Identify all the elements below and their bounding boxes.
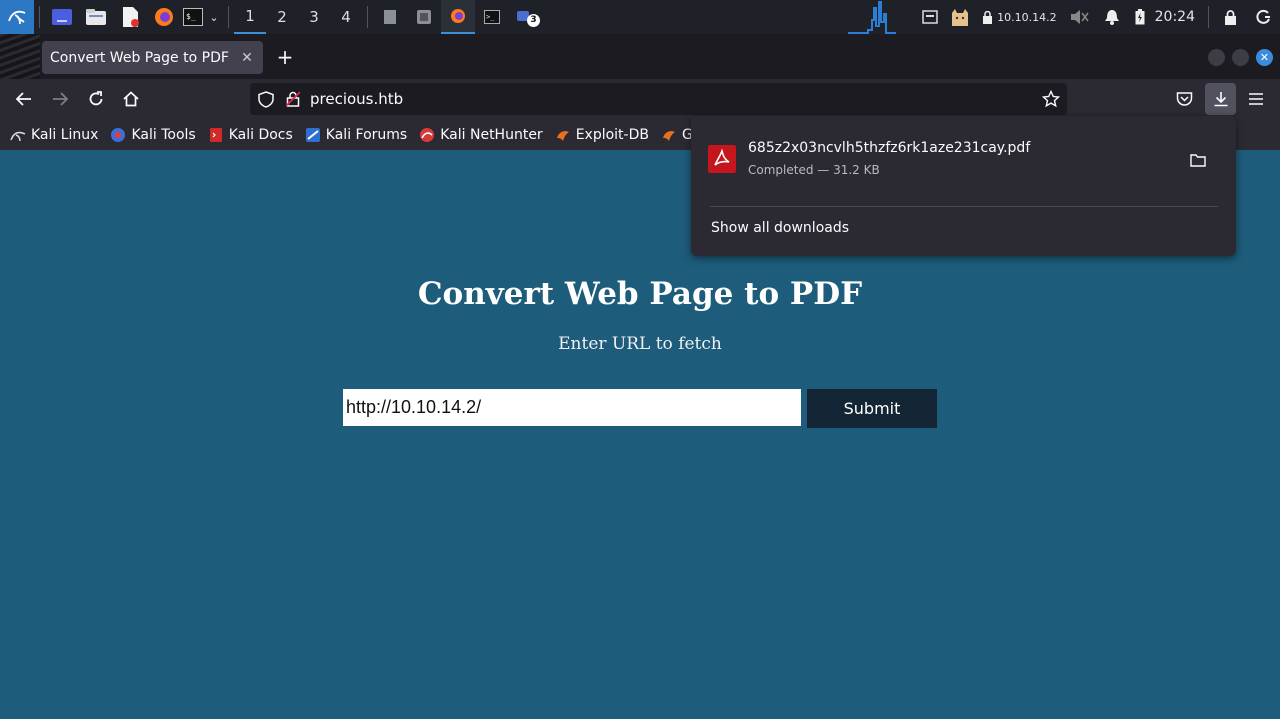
home-button[interactable] [117,85,145,113]
window-group-button[interactable]: 3 [509,0,543,34]
lock-screen-icon[interactable] [1214,0,1246,34]
lock-icon [983,10,993,24]
text-editor-icon[interactable] [113,0,147,34]
new-tab-button[interactable]: + [274,46,296,68]
vpn-ip-address: 10.10.14.2 [997,10,1057,24]
tab-title: Convert Web Page to PDF [50,49,229,66]
file-manager-icon[interactable] [79,0,113,34]
page-subtitle: Enter URL to fetch [558,334,722,354]
google-hacking-icon [661,127,677,143]
bookmark-kali-docs[interactable]: Kali Docs [208,127,293,143]
system-tray: 10.10.14.2 20:24 [848,0,1280,34]
bookmark-kali-forums[interactable]: Kali Forums [305,127,407,143]
bookmark-kali-linux[interactable]: Kali Linux [10,127,98,143]
svg-text:$_: $_ [186,12,196,21]
downloads-panel: 685z2x03ncvlh5thzfz6rk1aze231cay.pdf Com… [691,116,1236,256]
back-button[interactable] [10,85,38,113]
hamburger-menu-icon[interactable] [1242,85,1270,113]
window-button-2[interactable] [407,0,441,34]
insecure-lock-icon[interactable] [286,91,300,107]
clock[interactable]: 20:24 [1151,0,1203,34]
navigation-toolbar: precious.htb [0,79,1280,119]
maximize-window-button[interactable] [1232,49,1249,66]
tab-convert-web-page[interactable]: Convert Web Page to PDF ✕ [42,41,263,74]
download-item[interactable]: 685z2x03ncvlh5thzfz6rk1aze231cay.pdf Com… [701,128,1226,196]
pocket-icon[interactable] [1170,85,1198,113]
kali-docs-icon [208,127,224,143]
svg-text:>_: >_ [486,13,495,21]
downloads-button[interactable] [1205,83,1236,115]
show-desktop-icon[interactable] [45,0,79,34]
notification-bell-icon[interactable] [1095,0,1129,34]
url-text: precious.htb [310,90,404,108]
download-filename: 685z2x03ncvlh5thzfz6rk1aze231cay.pdf [748,140,1031,156]
window-button-1[interactable] [373,0,407,34]
tab-close-icon[interactable]: ✕ [239,50,255,66]
page-title: Convert Web Page to PDF [417,276,863,312]
download-status: Completed — 31.2 KB [748,163,880,177]
exploit-db-icon [555,127,571,143]
workspace-indicator-icon[interactable] [916,0,944,34]
cat-status-icon[interactable] [944,0,976,34]
workspace-3[interactable]: 3 [298,0,330,34]
reload-button[interactable] [82,85,110,113]
kali-dragon-icon [10,127,26,143]
workspace-4[interactable]: 4 [330,0,362,34]
submit-button[interactable]: Submit [807,389,937,428]
firefox-launcher-icon[interactable] [147,0,181,34]
forward-button[interactable] [46,85,74,113]
open-folder-icon[interactable] [1188,150,1208,170]
tabstrip-decoration [0,34,40,79]
bookmark-kali-nethunter[interactable]: Kali NetHunter [419,127,543,143]
window-button-terminal[interactable]: >_ [475,0,509,34]
terminal-launcher-icon[interactable]: $_ [181,0,205,34]
chevron-down-icon[interactable]: ⌄ [205,0,223,34]
download-arrow-icon [1214,92,1227,107]
logout-icon[interactable] [1246,0,1280,34]
window-count-badge: 3 [527,14,540,27]
battery-charging-icon[interactable] [1129,0,1151,34]
volume-muted-icon[interactable] [1063,0,1095,34]
kali-menu-icon[interactable] [0,0,34,34]
vpn-status[interactable]: 10.10.14.2 [976,0,1062,34]
downloads-divider [710,206,1218,207]
show-all-downloads-link[interactable]: Show all downloads [711,220,849,236]
minimize-window-button[interactable] [1208,49,1225,66]
address-bar[interactable]: precious.htb [250,83,1067,115]
url-input[interactable] [343,389,801,426]
browser-tab-strip: Convert Web Page to PDF ✕ + ✕ [0,34,1280,79]
taskbar: $_ ⌄ 1 2 3 4 >_ 3 10.10.14.2 20:24 [0,0,1280,34]
kali-forums-icon [305,127,321,143]
cpu-graph-icon [848,0,897,34]
kali-nethunter-icon [419,127,435,143]
bookmark-kali-tools[interactable]: Kali Tools [110,127,196,143]
close-window-button[interactable]: ✕ [1256,49,1273,66]
tracking-protection-shield-icon[interactable] [258,90,274,108]
kali-tools-icon [110,127,126,143]
pdf-file-icon [708,145,736,173]
workspace-2[interactable]: 2 [266,0,298,34]
window-button-firefox[interactable] [441,0,475,34]
bookmark-exploit-db[interactable]: Exploit-DB [555,127,649,143]
bookmark-star-icon[interactable] [1042,90,1060,108]
workspace-1[interactable]: 1 [234,0,266,34]
